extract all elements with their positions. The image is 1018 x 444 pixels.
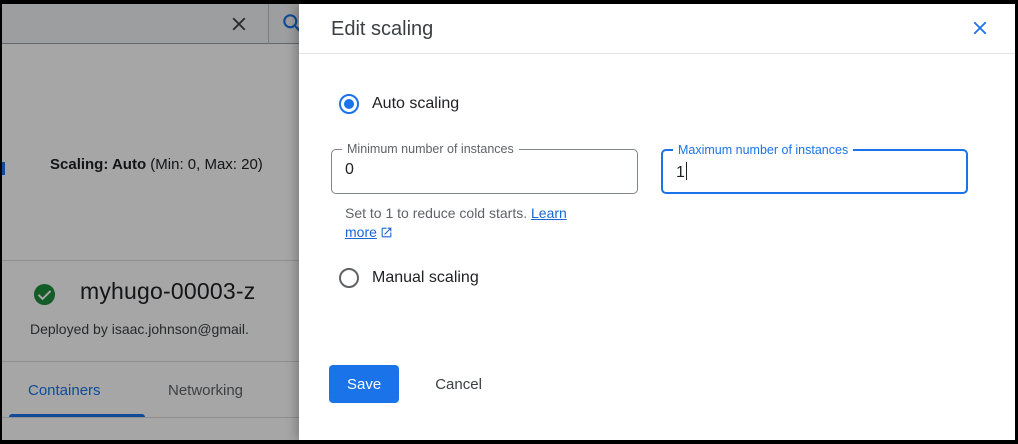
manual-scaling-label: Manual scaling <box>372 269 479 287</box>
min-instances-field[interactable]: Minimum number of instances 0 <box>331 149 638 194</box>
max-instances-value: 1 <box>676 162 687 182</box>
radio-unselected-icon <box>339 268 359 288</box>
text-cursor <box>686 162 688 180</box>
radio-selected-icon <box>339 94 359 114</box>
manual-scaling-radio[interactable]: Manual scaling <box>339 268 479 288</box>
min-instances-label: Minimum number of instances <box>342 142 519 156</box>
dialog-header: Edit scaling <box>299 4 1015 54</box>
max-instances-text: 1 <box>676 164 685 181</box>
screen: Scaling: Auto (Min: 0, Max: 20) myhugo-0… <box>2 4 1015 440</box>
dialog-title: Edit scaling <box>331 18 433 41</box>
dialog-actions: Save Cancel <box>329 365 492 403</box>
auto-scaling-label: Auto scaling <box>372 95 459 113</box>
edit-scaling-dialog: Edit scaling Auto scaling Minimum number… <box>299 4 1015 440</box>
cancel-button[interactable]: Cancel <box>425 368 492 401</box>
min-instances-value: 0 <box>345 161 354 179</box>
save-button[interactable]: Save <box>329 365 399 403</box>
auto-scaling-radio[interactable]: Auto scaling <box>339 94 459 114</box>
helper-text: Set to 1 to reduce cold starts. <box>345 205 527 221</box>
max-instances-label: Maximum number of instances <box>673 143 853 157</box>
dialog-close-icon[interactable] <box>969 17 991 39</box>
max-instances-field[interactable]: Maximum number of instances 1 <box>661 149 968 194</box>
min-instances-helper-text: Set to 1 to reduce cold starts. Learn mo… <box>345 204 593 242</box>
open-in-new-icon <box>380 226 393 239</box>
screenshot-frame: Scaling: Auto (Min: 0, Max: 20) myhugo-0… <box>0 0 1018 444</box>
